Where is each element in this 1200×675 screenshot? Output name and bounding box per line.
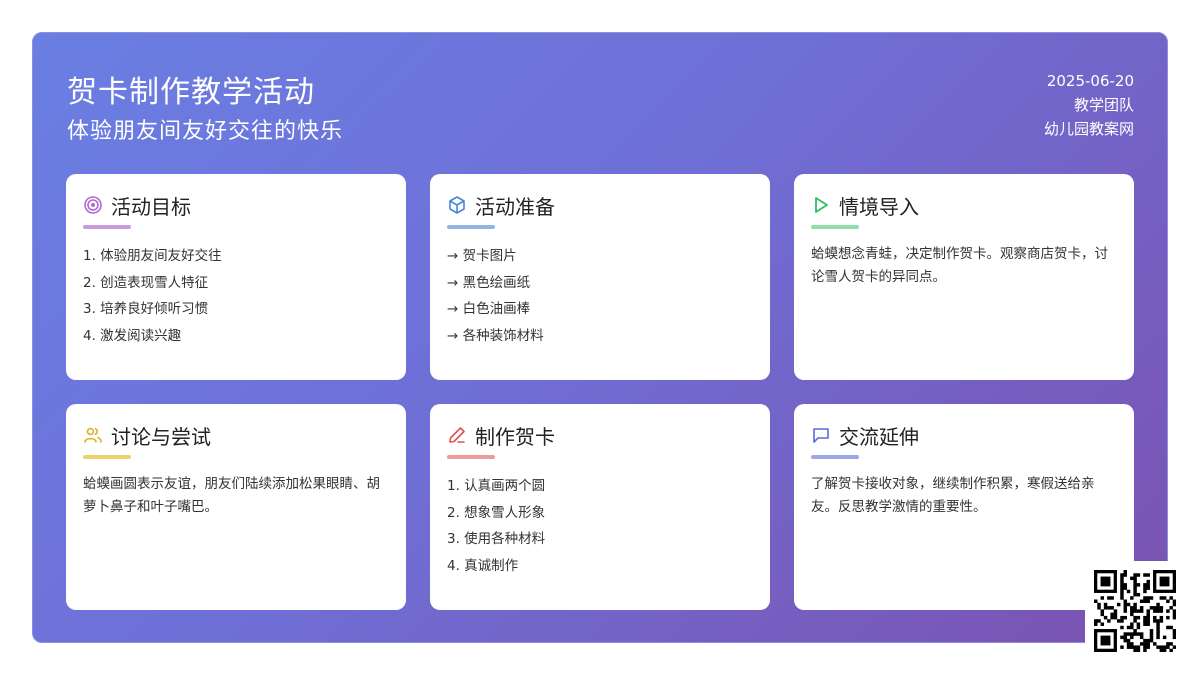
card-discuss-accent-bar — [83, 455, 131, 459]
users-icon — [84, 427, 102, 443]
card-discuss: 讨论与尝试 蛤蟆画圆表示友谊，朋友们陆续添加松果眼睛、胡萝卜鼻子和叶子嘴巴。 — [66, 404, 406, 610]
qr-code-icon — [1094, 570, 1176, 652]
list-item: → 各种装饰材料 — [447, 328, 544, 345]
list-item: → 黑色绘画纸 — [447, 274, 531, 291]
page-title: 贺卡制作教学活动 — [67, 75, 315, 110]
pencil-icon — [449, 427, 465, 443]
meta-date: 2025-06-20 — [1046, 72, 1134, 90]
card-prep-title: 活动准备 — [475, 194, 555, 219]
card-share-accent-bar — [811, 455, 859, 459]
meta-team: 教学团队 — [1073, 96, 1134, 114]
card-share-text: 了解贺卡接收对象，继续制作积累，寒假送给亲友。反思教学激情的重要性。 — [811, 476, 1095, 515]
card-discuss-text: 蛤蟆画圆表示友谊，朋友们陆续添加松果眼睛、胡萝卜鼻子和叶子嘴巴。 — [83, 476, 380, 515]
card-make-list: 1. 认真画两个圆 2. 想象雪人形象 3. 使用各种材料 4. 真诚制作 — [447, 473, 753, 580]
card-intro-text: 蛤蟆想念青蛙，决定制作贺卡。观察商店贺卡，讨论雪人贺卡的异同点。 — [811, 246, 1108, 285]
list-item: → 白色油画棒 — [447, 301, 531, 318]
list-item: 1. 体验朋友间友好交往 — [83, 248, 222, 264]
card-share: 交流延伸 了解贺卡接收对象，继续制作积累，寒假送给亲友。反思教学激情的重要性。 — [794, 404, 1134, 610]
target-icon — [84, 196, 102, 214]
list-item: 2. 想象雪人形象 — [447, 504, 546, 521]
page-subtitle: 体验朋友间友好交往的快乐 — [67, 119, 344, 144]
card-prep-accent-bar — [447, 225, 495, 229]
card-intro-accent-bar — [811, 225, 859, 229]
card-make: 制作贺卡 1. 认真画两个圆 2. 想象雪人形象 3. 使用各种材料 4. 真诚… — [430, 404, 770, 610]
chat-icon — [813, 428, 829, 443]
card-intro: 情境导入 蛤蟆想念青蛙，决定制作贺卡。观察商店贺卡，讨论雪人贺卡的异同点。 — [794, 174, 1134, 380]
card-goals: 活动目标 1. 体验朋友间友好交往 2. 创造表现雪人特征 3. 培养良好倾听习… — [66, 174, 406, 380]
card-goals-accent-bar — [83, 225, 131, 229]
list-item: 4. 真诚制作 — [447, 558, 519, 575]
list-item: → 贺卡图片 — [447, 248, 517, 264]
card-share-title: 交流延伸 — [839, 424, 919, 449]
list-item: 2. 创造表现雪人特征 — [83, 274, 209, 291]
card-make-accent-bar — [447, 455, 495, 459]
card-discuss-title: 讨论与尝试 — [111, 424, 211, 449]
box-icon — [449, 196, 465, 214]
card-make-title: 制作贺卡 — [475, 424, 555, 449]
card-intro-title: 情境导入 — [839, 194, 919, 219]
card-prep-list: → 贺卡图片 → 黑色绘画纸 → 白色油画棒 → 各种装饰材料 — [447, 243, 753, 350]
card-goals-list: 1. 体验朋友间友好交往 2. 创造表现雪人特征 3. 培养良好倾听习惯 4. … — [83, 243, 389, 350]
meta-source: 幼儿园教案网 — [1043, 120, 1134, 138]
qr-code[interactable] — [1085, 561, 1185, 661]
card-prep: 活动准备 → 贺卡图片 → 黑色绘画纸 → 白色油画棒 → 各种装饰材料 — [430, 174, 770, 380]
list-item: 1. 认真画两个圆 — [447, 478, 546, 494]
list-item: 3. 培养良好倾听习惯 — [83, 301, 209, 318]
card-goals-title: 活动目标 — [111, 194, 191, 219]
meta-info: 2025-06-20 教学团队 幼儿园教案网 — [1044, 69, 1134, 141]
play-icon — [815, 197, 828, 213]
list-item: 4. 激发阅读兴趣 — [83, 328, 182, 345]
list-item: 3. 使用各种材料 — [447, 531, 546, 548]
